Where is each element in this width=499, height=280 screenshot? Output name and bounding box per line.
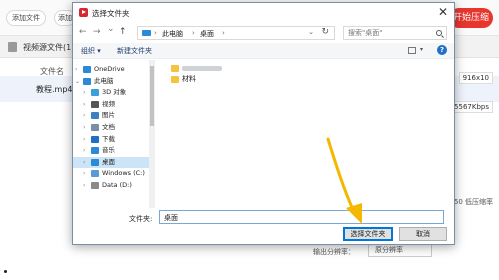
source-files-title: 视频源文件(1) (23, 43, 75, 52)
compress-ratio-text: 50 低压缩率 (453, 198, 493, 206)
breadcrumb-chevron-icon: › (222, 29, 225, 37)
dialog-titlebar: 选择文件夹 ✕ (73, 3, 454, 23)
help-icon[interactable]: ? (437, 45, 447, 55)
nav-item-1[interactable]: ⌄ 此电脑 (73, 76, 149, 87)
nav-item-label: 3D 对象 (102, 88, 127, 97)
nav-item-0[interactable]: › OneDrive (73, 64, 149, 75)
organize-menu[interactable]: 组织 ▾ (81, 46, 101, 56)
app-logo-icon (79, 8, 88, 17)
nav-item-7[interactable]: › 音乐 (73, 145, 149, 156)
video-icon (91, 100, 99, 108)
nav-pane-scrollbar[interactable] (149, 60, 155, 208)
address-dropdown-icon[interactable]: ⌄ (308, 28, 314, 36)
nav-item-3[interactable]: › 视频 (73, 99, 149, 110)
bullet-dot (4, 270, 7, 273)
computer-icon (83, 77, 91, 85)
nav-item-5[interactable]: › 文档 (73, 122, 149, 133)
nav-item-label: 音乐 (102, 146, 115, 155)
cube-icon (91, 89, 99, 97)
up-arrow-icon[interactable]: ↑ (119, 26, 127, 38)
search-input[interactable] (348, 28, 432, 38)
view-dropdown-icon[interactable]: ▾ (420, 46, 423, 53)
breadcrumb-chevron-icon: › (192, 29, 195, 37)
file-list-icon (8, 42, 17, 52)
collapsed-chevron-icon[interactable]: › (83, 168, 85, 179)
collapsed-chevron-icon[interactable]: › (75, 64, 77, 75)
collapsed-chevron-icon[interactable]: › (83, 157, 85, 168)
start-compress-button[interactable]: 开始压缩 (449, 8, 493, 28)
cloud-icon (83, 66, 91, 73)
nav-item-label: 下载 (102, 134, 115, 143)
select-folder-dialog: 选择文件夹 ✕ ← → ⌄ ↑ › 此电脑 › 桌面 › ⌄ ↻ 组织 ▾ 新建… (72, 2, 455, 245)
recent-dropdown-icon[interactable]: ⌄ (107, 23, 115, 35)
redacted-name (182, 66, 222, 71)
nav-item-label: Windows (C:) (102, 169, 145, 178)
address-bar[interactable]: › 此电脑 › 桌面 › ⌄ ↻ (137, 26, 335, 40)
view-options-icon[interactable] (408, 47, 416, 54)
command-bar: 组织 ▾ 新建文件夹 ▾ ? (73, 43, 454, 59)
folder-icon (171, 65, 179, 72)
folder-icon (171, 76, 179, 83)
nav-item-4[interactable]: › 图片 (73, 110, 149, 121)
forward-arrow-icon[interactable]: → (93, 26, 101, 38)
folder-field[interactable] (159, 210, 444, 224)
nav-item-2[interactable]: › 3D 对象 (73, 87, 149, 98)
output-resolution-label: 输出分辨率： (313, 248, 355, 256)
collapsed-chevron-icon[interactable]: › (83, 180, 85, 191)
collapsed-chevron-icon[interactable]: › (83, 122, 85, 133)
collapsed-chevron-icon[interactable]: › (83, 134, 85, 145)
collapsed-chevron-icon[interactable]: › (83, 145, 85, 156)
navigation-pane: › OneDrive ⌄ 此电脑 › 3D 对象 › 视频 › 图片 › 文档 › 下载 › 音乐 › 桌面 › Wi… (73, 60, 155, 208)
nav-item-label: 图片 (102, 111, 115, 120)
breadcrumb-desktop[interactable]: 桌面 (200, 29, 214, 39)
nav-item-label: 文档 (102, 123, 115, 131)
collapsed-chevron-icon[interactable]: › (83, 87, 85, 98)
refresh-icon[interactable]: ↻ (321, 27, 329, 37)
search-icon (436, 30, 442, 36)
file-list: 材料 (157, 60, 453, 208)
dialog-title: 选择文件夹 (92, 9, 130, 18)
collapsed-chevron-icon[interactable]: › (83, 110, 85, 121)
scrollbar-thumb[interactable] (150, 66, 154, 126)
nav-item-label: OneDrive (94, 65, 125, 73)
cancel-button[interactable]: 取消 (399, 227, 447, 241)
bitrate-value: 5567Kbps (450, 101, 493, 113)
select-folder-button[interactable]: 选择文件夹 (343, 227, 393, 241)
nav-item-label: Data (D:) (102, 181, 132, 189)
drive-icon (91, 182, 99, 189)
nav-item-label: 视频 (102, 99, 115, 108)
documents-icon (91, 124, 99, 131)
nav-item-6[interactable]: › 下载 (73, 134, 149, 145)
pictures-icon (91, 112, 99, 120)
nav-item-10[interactable]: › Data (D:) (73, 180, 149, 191)
resolution-value: 916x10 (458, 72, 493, 84)
back-arrow-icon[interactable]: ← (79, 26, 87, 38)
output-resolution-select[interactable]: 原分辨率 (368, 244, 432, 257)
folder-item-label: 材料 (182, 75, 196, 83)
drive-icon (91, 170, 99, 178)
download-icon (91, 135, 99, 143)
expanded-chevron-icon[interactable]: ⌄ (75, 76, 80, 87)
nav-item-label: 桌面 (102, 157, 115, 166)
collapsed-chevron-icon[interactable]: › (83, 99, 85, 110)
search-box[interactable] (343, 26, 447, 40)
computer-icon (142, 30, 151, 36)
nav-item-label: 此电脑 (94, 76, 114, 85)
folder-input[interactable] (164, 213, 434, 222)
file-name: 教程.mp4 (36, 85, 73, 94)
nav-item-8[interactable]: › 桌面 (73, 156, 149, 168)
folder-label: 文件夹: (129, 215, 153, 223)
new-folder-button[interactable]: 新建文件夹 (117, 46, 152, 56)
desktop-icon (91, 158, 99, 166)
add-file-button[interactable]: 添加文件 (6, 10, 46, 26)
breadcrumb-this-pc[interactable]: 此电脑 (162, 29, 183, 39)
close-icon[interactable]: ✕ (438, 5, 448, 19)
breadcrumb-chevron-icon: › (154, 29, 157, 37)
address-bar-row: ← → ⌄ ↑ › 此电脑 › 桌面 › ⌄ ↻ (73, 23, 454, 43)
music-icon (91, 147, 99, 155)
nav-item-9[interactable]: › Windows (C:) (73, 168, 149, 179)
